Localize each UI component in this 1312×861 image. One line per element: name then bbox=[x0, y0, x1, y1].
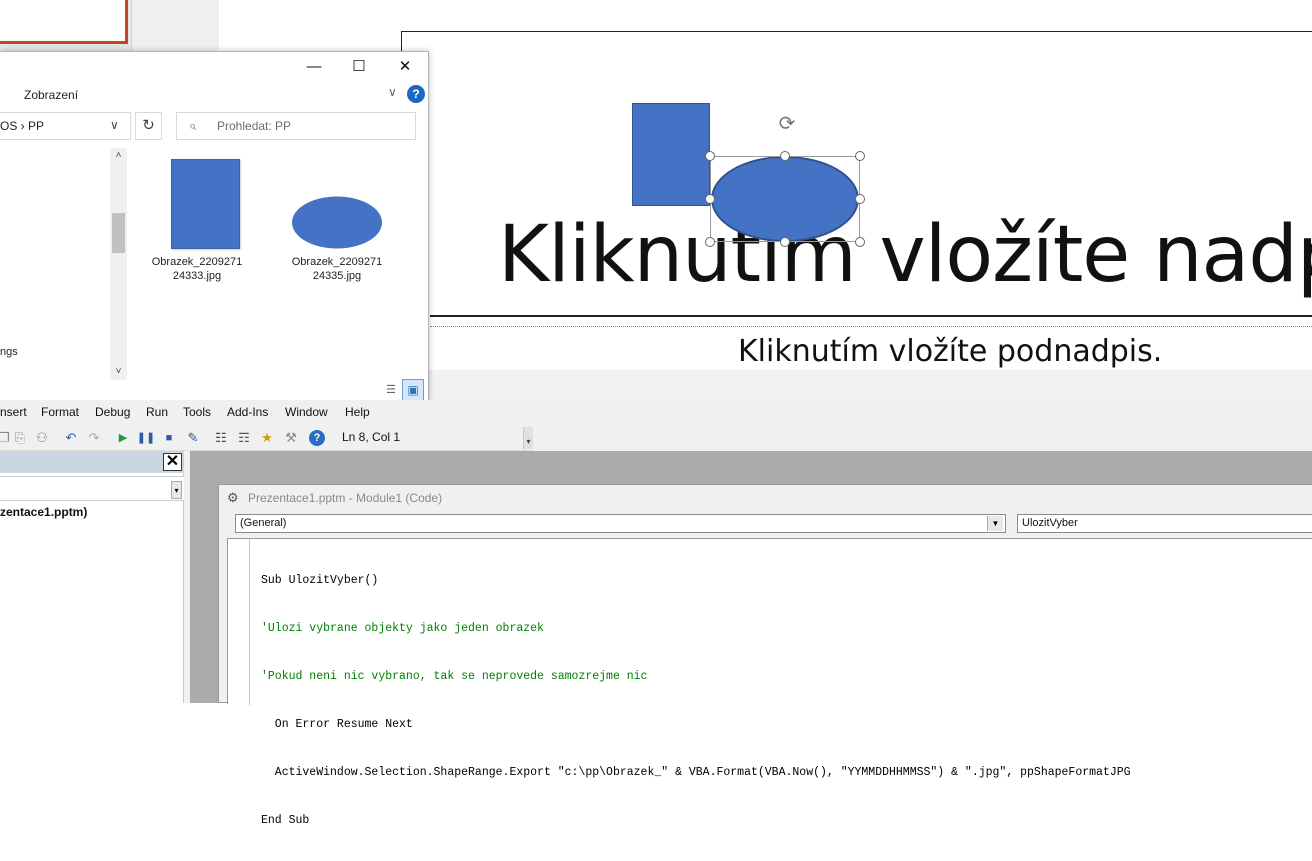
slide-thumbnail-selected[interactable] bbox=[0, 0, 128, 44]
resize-handle[interactable] bbox=[855, 237, 865, 247]
menu-bar: nsert Format Debug Run Tools Add-Ins Win… bbox=[0, 400, 1312, 425]
subtitle-placeholder-border bbox=[430, 326, 1312, 327]
large-icons-view-icon[interactable]: ▣ bbox=[402, 379, 424, 401]
menu-add-ins[interactable]: Add-Ins bbox=[227, 405, 268, 419]
code-line[interactable]: End Sub bbox=[261, 813, 1131, 829]
navigation-pane: ngs bbox=[0, 148, 110, 378]
file-thumbnail bbox=[145, 155, 249, 251]
code-window-titlebar[interactable]: ⚙ Prezentace1.pptm - Module1 (Code) bbox=[219, 485, 1312, 512]
menu-debug[interactable]: Debug bbox=[95, 405, 130, 419]
chevron-down-icon[interactable]: ▼ bbox=[987, 516, 1003, 531]
resize-handle[interactable] bbox=[855, 151, 865, 161]
resize-handle[interactable] bbox=[855, 194, 865, 204]
object-combo-value: (General) bbox=[240, 517, 287, 529]
toolbox-icon[interactable]: ⚒ bbox=[281, 428, 301, 448]
refresh-button[interactable]: ↻ bbox=[135, 112, 162, 140]
chevron-down-icon[interactable]: ∨ bbox=[110, 118, 119, 132]
project-pane-toolbar: ▾ bbox=[0, 476, 184, 501]
slide-subtitle-placeholder[interactable]: Kliknutím vložíte podnadpis. bbox=[738, 334, 1162, 369]
cursor-position: Ln 8, Col 1 bbox=[342, 430, 401, 444]
ellipse-thumbnail-image bbox=[291, 195, 383, 250]
menu-tools[interactable]: Tools bbox=[183, 405, 211, 419]
address-bar[interactable]: OS › PP ∨ bbox=[0, 112, 131, 140]
file-item[interactable]: Obrazek_2209271 24333.jpg bbox=[145, 155, 249, 283]
rectangle-shape[interactable] bbox=[632, 103, 710, 206]
code-line[interactable]: ActiveWindow.Selection.ShapeRange.Export… bbox=[261, 765, 1131, 781]
undo-icon[interactable]: ↶ bbox=[61, 428, 81, 448]
rectangle-thumbnail-image bbox=[171, 159, 240, 249]
selection-box bbox=[710, 156, 860, 242]
chevron-down-icon[interactable]: ▾ bbox=[171, 481, 182, 499]
menu-format[interactable]: Format bbox=[41, 405, 79, 419]
search-placeholder: Prohledat: PP bbox=[217, 119, 292, 133]
resize-handle[interactable] bbox=[705, 194, 715, 204]
object-browser-icon[interactable]: ★ bbox=[257, 428, 277, 448]
code-line[interactable]: On Error Resume Next bbox=[261, 717, 1131, 733]
nav-item-settings[interactable]: ngs bbox=[0, 346, 18, 358]
file-name: Obrazek_2209271 24335.jpg bbox=[291, 256, 383, 282]
redo-icon[interactable]: ↷ bbox=[84, 428, 104, 448]
explorer-titlebar[interactable]: — ☐ ✕ bbox=[0, 52, 428, 84]
close-icon[interactable]: ✕ bbox=[163, 453, 182, 471]
menu-run[interactable]: Run bbox=[146, 405, 168, 419]
find-icon[interactable]: ⚇ bbox=[32, 428, 52, 448]
procedure-combo-value: UlozitVyber bbox=[1022, 517, 1078, 529]
help-icon[interactable]: ? bbox=[309, 430, 325, 446]
search-input[interactable]: ⌕ Prohledat: PP bbox=[176, 112, 416, 140]
standard-toolbar: ❐ ⎘ ⚇ ↶ ↷ ▶ ❚❚ ■ ✎ ☷ ☶ ★ ⚒ ? Ln 8, Col 1… bbox=[0, 425, 534, 451]
close-button[interactable]: ✕ bbox=[382, 52, 428, 84]
code-window: ⚙ Prezentace1.pptm - Module1 (Code) (Gen… bbox=[218, 484, 1312, 827]
file-name: Obrazek_2209271 24333.jpg bbox=[151, 256, 243, 282]
resize-handle[interactable] bbox=[705, 151, 715, 161]
search-icon: ⌕ bbox=[189, 118, 197, 133]
maximize-button[interactable]: ☐ bbox=[336, 52, 382, 84]
minimize-button[interactable]: — bbox=[291, 52, 337, 84]
code-text[interactable]: Sub UlozitVyber() 'Ulozi vybrane objekty… bbox=[261, 541, 1131, 861]
project-explorer-icon[interactable]: ☷ bbox=[211, 428, 231, 448]
scroll-thumb[interactable] bbox=[112, 213, 125, 253]
project-explorer-pane: ✕ ▾ zentace1.pptm) bbox=[0, 451, 184, 703]
nav-scrollbar[interactable]: ˄ ˅ bbox=[110, 148, 127, 380]
code-line[interactable]: 'Ulozi vybrane objekty jako jeden obraze… bbox=[261, 621, 1131, 637]
properties-icon[interactable]: ☶ bbox=[234, 428, 254, 448]
code-window-title: Prezentace1.pptm - Module1 (Code) bbox=[248, 491, 443, 505]
paste-icon[interactable]: ⎘ bbox=[10, 428, 30, 448]
ribbon-expand-chevron-icon[interactable]: ∨ bbox=[388, 85, 397, 99]
resize-handle[interactable] bbox=[705, 237, 715, 247]
procedure-combo[interactable]: UlozitVyber bbox=[1017, 514, 1312, 533]
notes-divider bbox=[430, 370, 1312, 400]
code-editor[interactable]: Sub UlozitVyber() 'Ulozi vybrane objekty… bbox=[227, 538, 1312, 827]
toolbar-options-icon[interactable]: ▾ bbox=[523, 427, 533, 449]
break-icon[interactable]: ❚❚ bbox=[136, 428, 156, 448]
module-icon: ⚙ bbox=[227, 490, 239, 505]
ribbon-tab-view[interactable]: Zobrazení bbox=[24, 88, 78, 102]
scroll-up-arrow-icon[interactable]: ˄ bbox=[110, 148, 127, 164]
scroll-down-arrow-icon[interactable]: ˅ bbox=[110, 364, 127, 380]
slide-title-placeholder[interactable]: Kliknutím vložíte nadp bbox=[498, 210, 1312, 300]
address-path: OS › PP bbox=[0, 119, 45, 133]
title-placeholder-border bbox=[430, 315, 1312, 317]
code-line[interactable]: 'Pokud neni nic vybrano, tak se neproved… bbox=[261, 669, 1131, 685]
details-view-icon[interactable]: ☰ bbox=[383, 382, 399, 398]
file-explorer-window: — ☐ ✕ Zobrazení ∨ ? OS › PP ∨ ↻ ⌕ Prohle… bbox=[0, 51, 429, 403]
vba-editor-window: nsert Format Debug Run Tools Add-Ins Win… bbox=[0, 400, 1312, 827]
menu-window[interactable]: Window bbox=[285, 405, 328, 419]
project-pane-header[interactable]: ✕ bbox=[0, 451, 184, 473]
run-icon[interactable]: ▶ bbox=[113, 428, 133, 448]
code-margin-indicator-bar[interactable] bbox=[228, 539, 250, 705]
menu-help[interactable]: Help bbox=[345, 405, 370, 419]
resize-handle[interactable] bbox=[780, 237, 790, 247]
resize-handle[interactable] bbox=[780, 151, 790, 161]
reset-icon[interactable]: ■ bbox=[159, 428, 179, 448]
file-thumbnail bbox=[285, 155, 389, 251]
rotate-handle-icon[interactable]: ⟳ bbox=[775, 112, 799, 136]
object-combo[interactable]: (General) ▼ bbox=[235, 514, 1006, 533]
project-tree-item[interactable]: zentace1.pptm) bbox=[0, 505, 87, 519]
explorer-ribbon: Zobrazení ∨ ? bbox=[0, 84, 428, 106]
design-mode-icon[interactable]: ✎ bbox=[183, 428, 203, 448]
help-icon[interactable]: ? bbox=[407, 85, 425, 103]
menu-insert[interactable]: nsert bbox=[0, 405, 27, 419]
file-item[interactable]: Obrazek_2209271 24335.jpg bbox=[285, 155, 389, 283]
code-line[interactable]: Sub UlozitVyber() bbox=[261, 573, 1131, 589]
